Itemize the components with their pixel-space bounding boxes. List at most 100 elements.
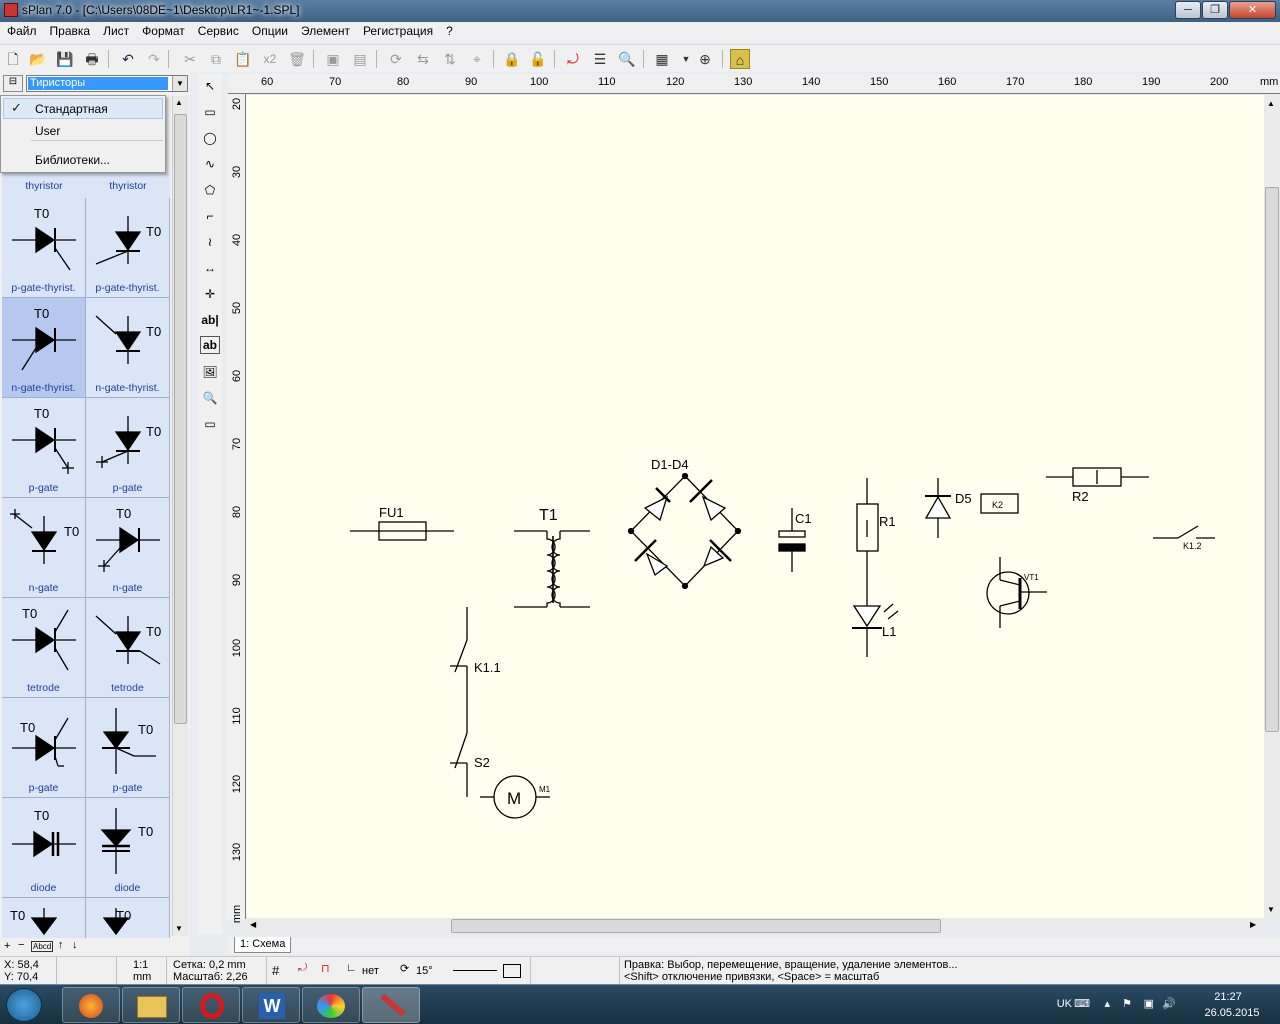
relay-k2[interactable]: K2 xyxy=(980,493,1019,514)
add-icon[interactable]: + xyxy=(4,940,10,952)
menu-sheet[interactable]: Лист xyxy=(96,22,135,38)
menu-file[interactable]: Файл xyxy=(0,22,43,38)
library-select[interactable]: Тиристоры ▼ xyxy=(26,75,188,92)
canvas-vscrollbar[interactable]: ▲ ▼ xyxy=(1264,95,1280,918)
fill-preview[interactable] xyxy=(503,964,521,978)
scroll-up-icon[interactable]: ▲ xyxy=(175,98,183,107)
lock-icon[interactable]: 🔒 xyxy=(502,49,522,69)
zoom-tool-icon[interactable]: 🔍 xyxy=(200,388,220,408)
explorer-icon[interactable] xyxy=(122,987,180,1023)
undo-icon[interactable]: ↶ xyxy=(118,49,138,69)
ungroup-icon[interactable]: ▤ xyxy=(350,49,370,69)
mirror-h-icon[interactable]: ⇆ xyxy=(413,49,433,69)
transistor-vt1[interactable]: VT1 xyxy=(986,557,1047,628)
redo-icon[interactable]: ↷ xyxy=(144,49,164,69)
magnet-icon[interactable]: ⊓ xyxy=(321,962,330,975)
textbox-tool[interactable]: ab xyxy=(200,336,220,354)
ruler-icon[interactable]: ▭ xyxy=(200,414,220,434)
keyboard-icon[interactable]: ⌨ xyxy=(1074,997,1090,1010)
library-cell[interactable]: T0 p-gate-thyrist. xyxy=(2,198,86,298)
align-icon[interactable]: ⌖ xyxy=(467,49,487,69)
opera-icon[interactable] xyxy=(182,987,240,1023)
remove-icon[interactable]: − xyxy=(18,939,24,951)
cut-icon[interactable]: ✂ xyxy=(180,49,200,69)
scroll-thumb[interactable] xyxy=(174,114,187,724)
polygon-icon[interactable]: ⬠ xyxy=(200,180,220,200)
capacitor-c1[interactable]: C1 xyxy=(778,508,812,572)
junction-icon[interactable]: ✛ xyxy=(200,284,220,304)
library-cell[interactable]: T0 p-gate xyxy=(86,398,170,498)
library-cell[interactable]: T0 n-gate xyxy=(86,498,170,598)
search-icon[interactable]: 🔍 xyxy=(617,49,637,69)
canvas-hscrollbar[interactable]: ◀ ▶ xyxy=(246,918,1264,935)
library-scrollbar[interactable]: ▲ ▼ xyxy=(172,96,188,936)
firefox-icon[interactable] xyxy=(62,987,120,1023)
move-down-icon[interactable]: ↓ xyxy=(72,939,78,951)
text-tool[interactable]: ab| xyxy=(200,310,220,330)
menu-service[interactable]: Сервис xyxy=(191,22,245,38)
rectangle-icon[interactable]: ▭ xyxy=(200,102,220,122)
chevron-down-icon[interactable]: ▼ xyxy=(676,49,696,69)
curve-icon[interactable]: ∿ xyxy=(200,154,220,174)
library-cell[interactable]: T0 diode xyxy=(2,798,86,898)
library-cell[interactable]: T0 diode xyxy=(86,798,170,898)
fuse-fu1[interactable]: FU1 xyxy=(350,505,454,541)
grid-icon[interactable]: ▦ xyxy=(652,49,672,69)
move-up-icon[interactable]: ↑ xyxy=(58,939,64,951)
list-icon[interactable]: ☰ xyxy=(590,49,610,69)
scroll-left-icon[interactable]: ◀ xyxy=(250,920,256,929)
scroll-thumb[interactable] xyxy=(451,919,941,933)
save-icon[interactable]: 💾 xyxy=(55,49,75,69)
ortho-icon[interactable]: ∟ xyxy=(346,962,357,974)
diode-bridge-d1d4[interactable]: D1-D4 xyxy=(627,457,742,590)
start-button[interactable] xyxy=(6,988,42,1022)
popup-item-standard[interactable]: Стандартная xyxy=(35,102,108,116)
drawing-canvas[interactable]: FU1 T1 D1-D4 C1 R1 L1 D5 K2 R2 K1.2 VT1 … xyxy=(246,95,1264,918)
print-icon[interactable]: 🖶 xyxy=(82,49,102,69)
paint-icon[interactable] xyxy=(302,987,360,1023)
library-cell[interactable]: T0 p-gate xyxy=(2,698,86,798)
library-cell[interactable]: T0 n-gate xyxy=(2,498,86,598)
zoom-icon[interactable]: ⊕ xyxy=(695,49,715,69)
group-icon[interactable]: ▣ xyxy=(323,49,343,69)
rotate-icon[interactable]: ⟳ xyxy=(386,49,406,69)
image-icon[interactable]: 🖼 xyxy=(200,362,220,382)
contact-k11[interactable]: K1.1 xyxy=(450,607,501,733)
motor-m1[interactable]: M M1 xyxy=(480,775,551,819)
line-width-preview[interactable] xyxy=(453,970,497,971)
scroll-down-icon[interactable]: ▼ xyxy=(1267,905,1275,914)
mirror-v-icon[interactable]: ⇅ xyxy=(440,49,460,69)
connect-icon[interactable]: ⤾ xyxy=(563,49,583,69)
popup-item-user[interactable]: User xyxy=(35,124,60,138)
scroll-right-icon[interactable]: ▶ xyxy=(1250,920,1256,929)
open-file-icon[interactable]: 📂 xyxy=(28,49,48,69)
new-file-icon[interactable]: 🗋 xyxy=(3,49,23,69)
popup-item-libraries[interactable]: Библиотеки... xyxy=(35,153,110,167)
library-cell[interactable]: T0 p-gate xyxy=(2,398,86,498)
grid-toggle-icon[interactable]: # xyxy=(272,963,279,978)
unlock-icon[interactable]: 🔓 xyxy=(528,49,548,69)
led-l1[interactable]: L1 xyxy=(852,603,899,657)
library-cell[interactable]: T0 p-gate xyxy=(86,698,170,798)
minimize-button[interactable]: ─ xyxy=(1175,1,1201,19)
library-cell[interactable]: T0 tetrode xyxy=(86,598,170,698)
scroll-thumb[interactable] xyxy=(1265,187,1279,732)
volume-icon[interactable]: 🔊 xyxy=(1162,997,1176,1010)
switch-s2[interactable]: S2 xyxy=(450,732,490,797)
select-arrow-icon[interactable]: ↖ xyxy=(200,76,220,96)
library-cell[interactable]: T0 n-gate-thyrist. xyxy=(86,298,170,398)
menu-help[interactable]: ? xyxy=(439,22,459,38)
text-preview-icon[interactable]: Abcd xyxy=(31,941,54,952)
tab-schema[interactable]: 1: Схема xyxy=(234,937,292,953)
contact-k12[interactable]: K1.2 xyxy=(1153,525,1215,551)
rotate-step-icon[interactable]: ⟳ xyxy=(400,962,409,975)
menu-element[interactable]: Элемент xyxy=(294,22,356,38)
menu-format[interactable]: Формат xyxy=(135,22,191,38)
paste-icon[interactable]: 📋 xyxy=(233,49,253,69)
resistor-r2[interactable]: R2 xyxy=(1046,467,1149,504)
language-indicator[interactable]: UK xyxy=(1057,998,1072,1010)
dimension-icon[interactable]: ↔ xyxy=(200,258,220,278)
component-icon[interactable]: ⌂ xyxy=(730,49,750,69)
menu-options[interactable]: Опции xyxy=(245,22,294,38)
library-menu-icon[interactable]: ⊟ xyxy=(3,75,23,92)
